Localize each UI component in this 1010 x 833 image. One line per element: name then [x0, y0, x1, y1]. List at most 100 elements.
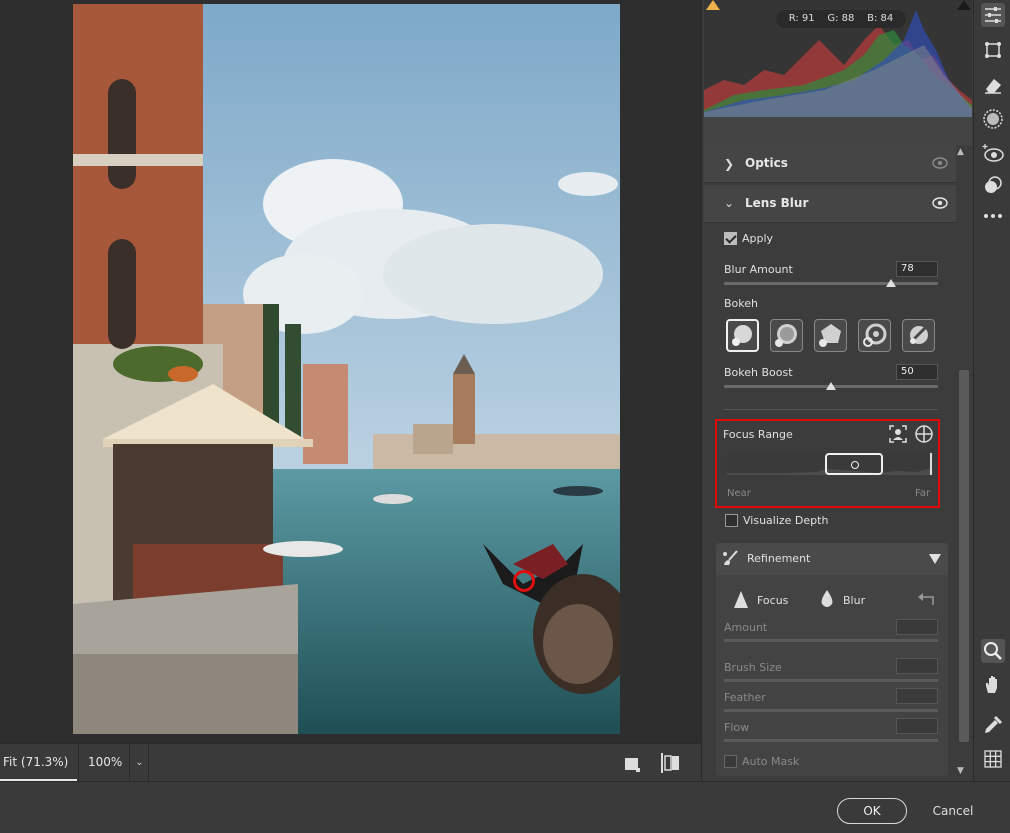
- bokeh-5-blade-button[interactable]: [814, 319, 847, 352]
- grid-overlay-tool[interactable]: [981, 747, 1005, 771]
- feather-slider: [724, 709, 938, 712]
- more-tools-button[interactable]: [981, 204, 1005, 228]
- bokeh-bubble-icon: [775, 324, 797, 347]
- focus-brush-icon[interactable]: [734, 591, 748, 609]
- more-horizontal-icon: [984, 214, 1002, 218]
- presets-tool[interactable]: [981, 173, 1005, 197]
- hand-tool[interactable]: [981, 673, 1005, 697]
- highlight-clipping-icon[interactable]: [957, 0, 971, 10]
- chevron-right-icon: ❯: [724, 157, 735, 171]
- chevron-down-icon[interactable]: ⌄: [131, 744, 149, 781]
- red-eye-tool[interactable]: [981, 142, 1005, 166]
- bokeh-boost-label: Bokeh Boost: [724, 366, 793, 379]
- blur-amount-label: Blur Amount: [724, 263, 793, 276]
- before-after-toggle-icon[interactable]: [622, 753, 642, 773]
- amount-label: Amount: [724, 621, 768, 634]
- flow-slider: [724, 739, 938, 742]
- bokeh-bubble-button[interactable]: [770, 319, 803, 352]
- refinement-header[interactable]: Refinement: [716, 543, 948, 575]
- auto-mask-checkbox: [724, 755, 737, 768]
- compare-view-icon[interactable]: [660, 753, 680, 773]
- dialog-footer: OK Cancel: [0, 781, 1010, 833]
- bokeh-ring-icon: [863, 323, 887, 347]
- tools-toolbar: [973, 0, 1010, 781]
- chevron-down-icon: ⌄: [724, 196, 735, 210]
- zoom-100-button[interactable]: 100%: [78, 744, 130, 781]
- healing-tool[interactable]: [981, 73, 1005, 97]
- rgb-readout: R: 91 G: 88 B: 84: [776, 10, 906, 28]
- focus-range-slider[interactable]: [727, 453, 932, 475]
- histogram-info-strip: [704, 117, 972, 145]
- eye-icon[interactable]: [932, 157, 948, 169]
- crop-icon: [985, 42, 1001, 58]
- hand-icon: [986, 676, 997, 693]
- venice-canal-photo: [73, 4, 620, 734]
- bokeh-circle-icon: [732, 325, 752, 346]
- flow-field: [896, 718, 938, 734]
- amount-slider: [724, 639, 938, 642]
- far-label: Far: [915, 488, 931, 499]
- preview-image[interactable]: [73, 4, 620, 734]
- ok-button[interactable]: OK: [837, 798, 907, 824]
- reset-icon[interactable]: [918, 593, 936, 607]
- lens-blur-title: Lens Blur: [745, 196, 809, 210]
- magnifier-icon: [984, 642, 1002, 660]
- blue-value: B: 84: [867, 13, 894, 24]
- zoom-tool[interactable]: [981, 639, 1005, 663]
- bokeh-label: Bokeh: [724, 297, 758, 310]
- bokeh-cat-eye-icon: [907, 326, 928, 346]
- crop-tool[interactable]: [981, 38, 1005, 62]
- bokeh-cat-eye-button[interactable]: [902, 319, 935, 352]
- zoom-fit-button[interactable]: Fit (71.3%): [0, 744, 77, 781]
- brush-size-slider: [724, 679, 938, 682]
- bokeh-blade-icon: [819, 324, 841, 347]
- blur-amount-slider[interactable]: [724, 282, 938, 285]
- visualize-depth-label: Visualize Depth: [743, 514, 829, 527]
- blur-amount-thumb[interactable]: [886, 279, 896, 287]
- panel-scrollbar[interactable]: [959, 370, 969, 742]
- bokeh-ring-button[interactable]: [858, 319, 891, 352]
- focus-range-window[interactable]: [825, 453, 883, 475]
- optics-section-header[interactable]: ❯ Optics: [704, 145, 956, 183]
- collapse-triangle-icon[interactable]: [929, 554, 941, 564]
- amount-field: [896, 619, 938, 635]
- feather-field: [896, 688, 938, 704]
- shadow-clipping-icon[interactable]: [706, 0, 720, 10]
- color-sampler-tool[interactable]: [981, 713, 1005, 737]
- subject-focus-icon[interactable]: [889, 425, 907, 443]
- bokeh-boost-thumb[interactable]: [826, 382, 836, 390]
- focus-brush-label[interactable]: Focus: [757, 594, 788, 607]
- blur-brush-label[interactable]: Blur: [843, 594, 865, 607]
- visualize-depth-checkbox[interactable]: [725, 514, 738, 527]
- divider: [724, 409, 938, 410]
- apply-checkbox[interactable]: [724, 232, 737, 245]
- red-eye-icon: [982, 144, 1004, 162]
- zoom-bar: Fit (71.3%) 100% ⌄: [0, 743, 701, 781]
- flow-label: Flow: [724, 721, 750, 734]
- bokeh-circle-button[interactable]: [726, 319, 759, 352]
- eraser-icon: [985, 79, 1001, 94]
- eye-icon[interactable]: [932, 197, 948, 209]
- image-canvas[interactable]: [0, 0, 701, 743]
- brush-size-label: Brush Size: [724, 661, 782, 674]
- cancel-button[interactable]: Cancel: [927, 798, 979, 824]
- focus-range-label: Focus Range: [723, 428, 793, 441]
- green-value: G: 88: [827, 13, 855, 24]
- edit-sliders-tool[interactable]: [981, 3, 1005, 27]
- optics-title: Optics: [745, 156, 788, 170]
- focus-range-control: Focus Range Near Far: [715, 419, 940, 508]
- focus-point-marker[interactable]: [513, 570, 535, 592]
- auto-mask-label: Auto Mask: [742, 755, 800, 768]
- blur-amount-field[interactable]: 78: [896, 261, 938, 277]
- lens-blur-section-header[interactable]: ⌄ Lens Blur: [704, 185, 956, 223]
- target-focus-icon[interactable]: [915, 425, 933, 443]
- masking-tool[interactable]: [981, 107, 1005, 131]
- eyedropper-icon: [985, 715, 1003, 733]
- bokeh-boost-field[interactable]: 50: [896, 364, 938, 380]
- scroll-down-icon[interactable]: ▼: [957, 766, 964, 776]
- blur-brush-icon[interactable]: [820, 590, 834, 608]
- scroll-up-icon[interactable]: ▲: [957, 147, 964, 157]
- brush-size-field: [896, 658, 938, 674]
- feather-label: Feather: [724, 691, 766, 704]
- refinement-title: Refinement: [747, 552, 811, 565]
